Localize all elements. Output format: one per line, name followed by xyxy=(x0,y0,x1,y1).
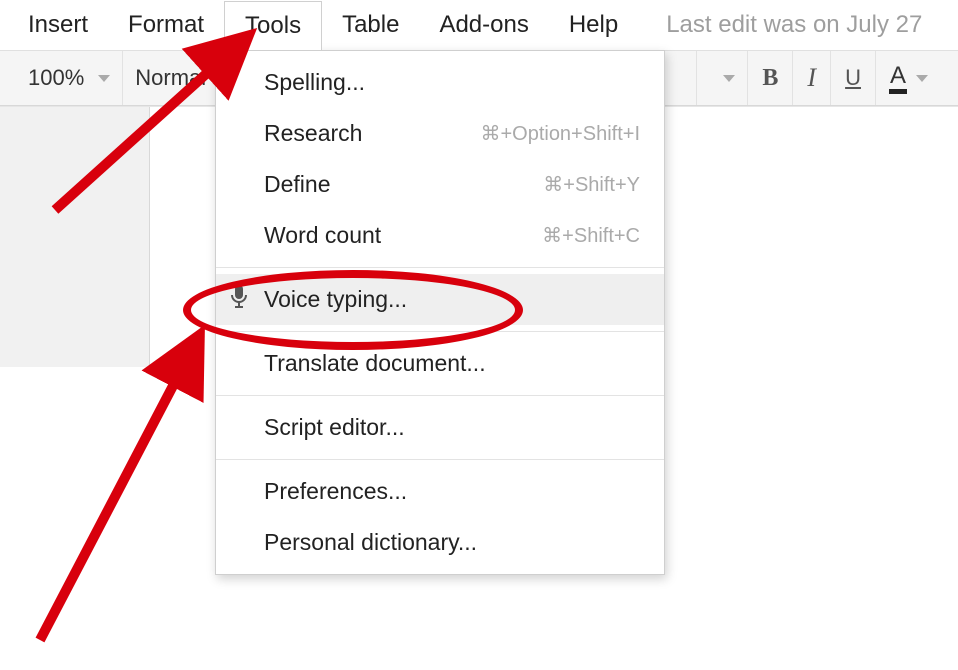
zoom-value: 100% xyxy=(28,65,84,91)
menu-help[interactable]: Help xyxy=(549,1,638,49)
microphone-icon xyxy=(230,285,248,315)
font-style-caret[interactable] xyxy=(696,51,747,105)
menu-insert[interactable]: Insert xyxy=(8,1,108,49)
text-color-button[interactable]: A xyxy=(875,51,942,105)
menu-item-translate-document[interactable]: Translate document... xyxy=(216,338,664,389)
menu-separator xyxy=(216,459,664,460)
menu-item-spelling[interactable]: Spelling... xyxy=(216,57,664,108)
menubar: Insert Format Tools Table Add-ons Help L… xyxy=(0,0,958,50)
chevron-down-icon xyxy=(723,75,735,82)
bold-button[interactable]: B xyxy=(747,51,792,105)
color-swatch xyxy=(889,89,907,94)
left-gutter xyxy=(0,107,150,367)
zoom-selector[interactable]: 100% xyxy=(16,51,122,105)
chevron-down-icon xyxy=(98,75,110,82)
menu-item-preferences[interactable]: Preferences... xyxy=(216,466,664,517)
italic-button[interactable]: I xyxy=(792,51,830,105)
menu-addons[interactable]: Add-ons xyxy=(419,1,548,49)
last-edit-text: Last edit was on July 27 xyxy=(638,11,922,39)
menu-table[interactable]: Table xyxy=(322,1,419,49)
menu-separator xyxy=(216,395,664,396)
menu-tools[interactable]: Tools xyxy=(224,1,322,50)
menu-item-word-count[interactable]: Word count ⌘+Shift+C xyxy=(216,210,664,261)
menu-format[interactable]: Format xyxy=(108,1,224,49)
menu-separator xyxy=(216,331,664,332)
chevron-down-icon xyxy=(916,75,928,82)
menu-item-script-editor[interactable]: Script editor... xyxy=(216,402,664,453)
menu-item-personal-dictionary[interactable]: Personal dictionary... xyxy=(216,517,664,568)
menu-separator xyxy=(216,267,664,268)
tools-dropdown: Spelling... Research ⌘+Option+Shift+I De… xyxy=(215,50,665,575)
menu-item-research[interactable]: Research ⌘+Option+Shift+I xyxy=(216,108,664,159)
menu-item-voice-typing[interactable]: Voice typing... xyxy=(216,274,664,325)
menu-item-define[interactable]: Define ⌘+Shift+Y xyxy=(216,159,664,210)
underline-button[interactable]: U xyxy=(830,51,875,105)
